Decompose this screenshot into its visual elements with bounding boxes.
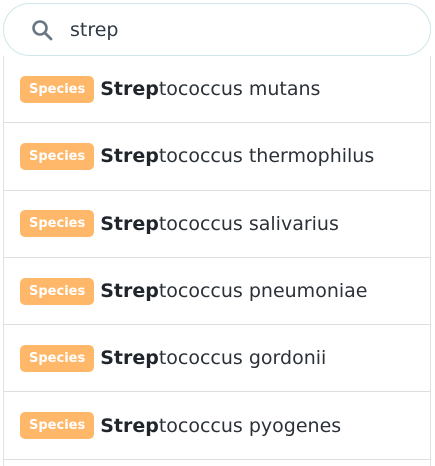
result-name-rest: tococcus salivarius: [158, 212, 339, 235]
species-badge: Species: [20, 277, 95, 305]
result-name: Streptococcus mutans: [100, 78, 320, 100]
search-icon[interactable]: [28, 16, 56, 44]
species-badge: Species: [20, 210, 95, 238]
list-item[interactable]: Species Streptococcus pneumoniae: [4, 258, 430, 326]
species-badge: Species: [20, 412, 95, 440]
search-bar[interactable]: [3, 3, 431, 56]
search-results-list: Species Streptococcus mutans Species Str…: [3, 56, 431, 466]
species-badge: Species: [20, 75, 95, 103]
match-highlight: Strep: [100, 78, 159, 101]
result-name-rest: tococcus mutans: [158, 78, 321, 101]
match-highlight: Strep: [100, 212, 159, 235]
result-name: Streptococcus pyogenes: [100, 415, 341, 437]
result-name-rest: tococcus pneumoniae: [158, 280, 368, 303]
result-name-rest: tococcus pyogenes: [158, 414, 342, 437]
result-name: Streptococcus pneumoniae: [100, 280, 367, 302]
list-item[interactable]: Species Streptococcus thermophilus: [4, 123, 430, 191]
list-item[interactable]: Species Streptococcus pyogenes: [4, 392, 430, 460]
result-name: Streptococcus thermophilus: [100, 145, 374, 167]
match-highlight: Strep: [100, 414, 159, 437]
result-name-rest: tococcus thermophilus: [158, 145, 375, 168]
match-highlight: Strep: [100, 145, 159, 168]
list-item[interactable]: Species Streptococcus mutans: [4, 56, 430, 124]
list-item[interactable]: Species Streptococcus gordonii: [4, 325, 430, 393]
match-highlight: Strep: [100, 347, 159, 370]
result-name-rest: tococcus gordonii: [158, 347, 327, 370]
list-item[interactable]: Species Streptococcus salivarius: [4, 191, 430, 258]
match-highlight: Strep: [100, 280, 159, 303]
species-badge: Species: [20, 344, 95, 372]
result-name: Streptococcus salivarius: [100, 213, 339, 235]
result-name: Streptococcus gordonii: [100, 347, 326, 369]
species-badge: Species: [20, 142, 95, 170]
search-input[interactable]: [70, 14, 370, 45]
